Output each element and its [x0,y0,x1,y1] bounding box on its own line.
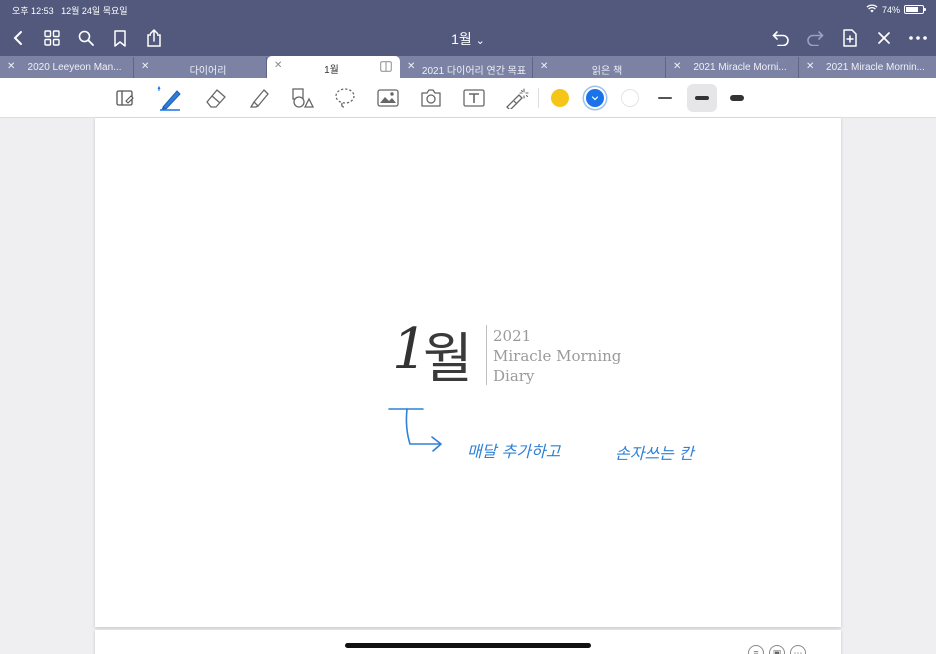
subtitle-year: 2021 [493,327,532,345]
image-icon[interactable] [374,84,402,112]
color-dot-blue [586,89,604,107]
tab-label: 2021 다이어리 연간 목표 [421,66,527,77]
line-width-thick[interactable] [723,84,751,112]
tab-miracle-morning-1[interactable]: ✕ 2021 Miracle Morni... [666,57,799,78]
camera-icon[interactable] [417,84,445,112]
tab-january[interactable]: ✕ 1월 [267,56,400,78]
close-icon[interactable] [872,26,896,50]
status-time: 오후 12:53 12월 24일 목요일 [12,4,128,17]
pen-icon[interactable] [156,84,184,112]
more-icon[interactable] [906,26,930,50]
color-swatch-white[interactable] [616,84,644,112]
line-width-thick-bar [730,95,744,101]
status-date-text: 12월 24일 목요일 [61,6,128,16]
add-page-icon[interactable] [838,26,862,50]
page-subtitle: 2021 Miracle Morning Diary [493,326,621,386]
home-indicator [345,643,591,648]
status-indicators: 74% [866,4,926,15]
month-korean: 월 [423,327,473,390]
tab-label: 2020 Leeyeon Man... [27,62,122,73]
tab-close-icon[interactable]: ✕ [540,61,548,72]
read-only-mode-icon[interactable] [112,84,140,112]
document-title-text: 1월 [451,31,472,47]
laser-pointer-icon[interactable] [503,84,531,112]
handwritten-arrow [388,408,442,452]
battery-icon [904,5,926,14]
tab-miracle-morning-2[interactable]: ✕ 2021 Miracle Mornin... [799,57,936,78]
redo-icon[interactable] [803,26,827,50]
tab-close-icon[interactable]: ✕ [7,61,15,72]
page-menu-icon[interactable]: ≡ [748,645,764,654]
title-divider [486,325,487,385]
tab-close-icon[interactable]: ✕ [141,61,149,72]
tab-label: 2021 Miracle Mornin... [826,62,925,73]
line-width-thin[interactable] [651,84,679,112]
battery-percent: 74% [881,4,900,15]
toolbar-divider [538,88,539,108]
color-swatch-blue[interactable] [581,84,609,112]
status-bar: 오후 12:53 12월 24일 목요일 74% [0,0,936,20]
color-swatch-yellow[interactable] [546,84,574,112]
handwritten-note-1: 매달 추가하고 [467,442,561,461]
tab-close-icon[interactable]: ✕ [673,61,681,72]
nav-bar: 1월 ⌄ [0,20,936,56]
tab-diary[interactable]: ✕ 다이어리 [134,57,267,78]
notebook-page[interactable]: 1 월 2021 Miracle Morning Diary 매달 추가하고 손… [95,118,841,627]
page-zoom-icon[interactable]: ▣ [769,645,785,654]
share-icon[interactable] [142,26,166,50]
status-time-text: 오후 12:53 [12,6,54,16]
line-width-medium[interactable] [687,84,717,112]
thumbnails-grid-icon[interactable] [40,26,64,50]
subtitle-diary: Diary [493,367,535,385]
next-page[interactable] [95,630,841,654]
eraser-icon[interactable] [202,84,230,112]
month-number: 1 [392,317,428,382]
text-box-icon[interactable] [460,84,488,112]
tab-label: 읽은 책 [591,66,623,77]
split-view-icon[interactable] [380,61,392,75]
subtitle-title: Miracle Morning [493,347,622,365]
document-title: 1월 ⌄ [0,29,936,49]
tab-label: 다이어리 [189,66,227,77]
wifi-icon [866,4,878,15]
tab-annual-goals[interactable]: ✕ 2021 다이어리 연간 목표 [400,57,533,78]
highlighter-icon[interactable] [245,84,273,112]
line-width-medium-bar [695,96,709,100]
back-icon[interactable] [6,26,30,50]
tab-label: 1월 [324,65,339,76]
tab-close-icon[interactable]: ✕ [806,61,814,72]
color-dot-yellow [551,89,569,107]
chevron-down-icon [591,96,599,101]
tab-label: 2021 Miracle Morni... [693,62,787,73]
chevron-down-icon: ⌄ [475,35,485,47]
bookmark-icon[interactable] [108,26,132,50]
tab-close-icon[interactable]: ✕ [407,61,415,72]
document-title-button[interactable]: 1월 ⌄ [451,31,485,47]
tab-strip: ✕ 2020 Leeyeon Man... ✕ 다이어리 ✕ 1월 ✕ 2021… [0,56,936,78]
lasso-icon[interactable] [331,84,359,112]
color-dot-white [621,89,639,107]
undo-icon[interactable] [769,26,793,50]
drawing-toolbar [0,78,936,118]
line-width-thin-bar [658,97,672,99]
tab-close-icon[interactable]: ✕ [274,60,282,71]
handwritten-note-2: 손자쓰는 칸 [615,444,694,463]
page-more-icon[interactable]: ⋯ [790,645,806,654]
shapes-icon[interactable] [288,84,316,112]
tab-read-books[interactable]: ✕ 읽은 책 [533,57,666,78]
search-icon[interactable] [74,26,98,50]
tab-2020-leeyeon[interactable]: ✕ 2020 Leeyeon Man... [0,57,134,78]
